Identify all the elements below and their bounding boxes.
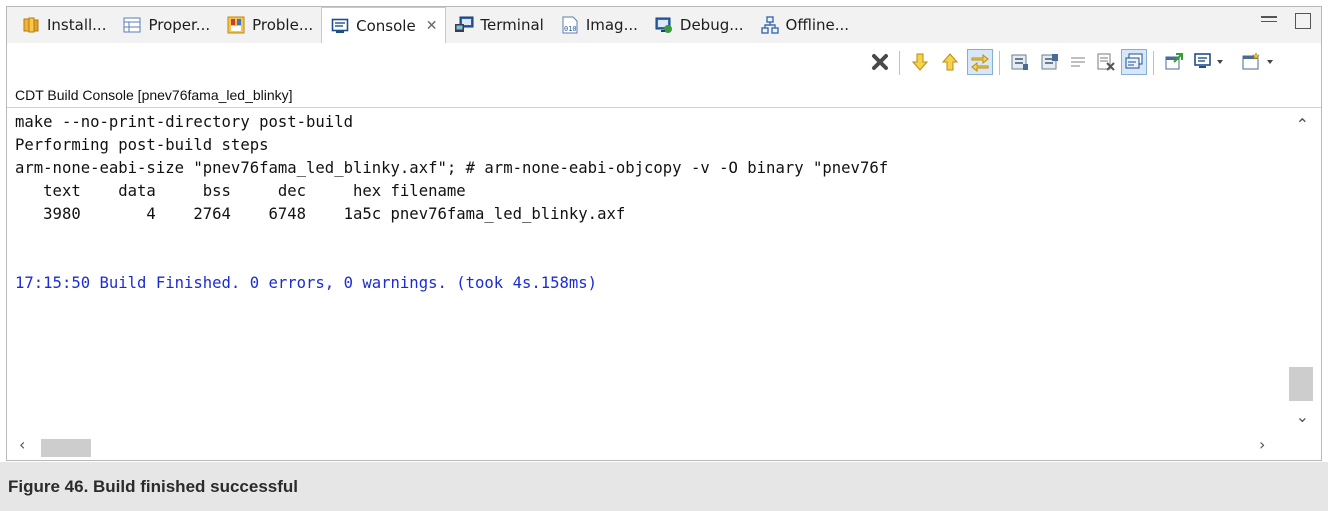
sync-arrows-icon (971, 53, 989, 72)
tab-problems[interactable]: Proble... (218, 10, 321, 40)
tab-label: Debug... (679, 16, 744, 34)
console-dropdown-icon (1194, 53, 1223, 68)
terminal-icon (454, 15, 474, 35)
open-console-button[interactable] (1239, 49, 1281, 75)
debugger-console-icon (654, 15, 674, 35)
copy-build-log-button[interactable] (1007, 49, 1033, 75)
horizontal-scrollbar[interactable]: ‹ › (7, 431, 1285, 461)
figure-caption: Figure 46. Build finished successful (0, 462, 1328, 511)
next-error-button[interactable] (907, 49, 933, 75)
console-line: ​ (15, 226, 1283, 249)
tab-label: Offline... (785, 16, 850, 34)
install-icon (21, 15, 41, 35)
console-toolbar (7, 43, 1321, 85)
remove-all-terminated-button[interactable] (867, 49, 893, 75)
tab-image-info[interactable]: 010 Imag... (552, 10, 646, 40)
scroll-down-icon[interactable]: ⌄ (1296, 407, 1309, 426)
tab-label: Imag... (585, 16, 638, 34)
scroll-up-icon[interactable]: ⌃ (1296, 115, 1309, 134)
svg-text:010: 010 (564, 25, 577, 33)
console-line: text data bss dec hex filename (15, 182, 466, 200)
console-title: CDT Build Console [pnev76fama_led_blinky… (15, 87, 293, 103)
console-view: Install... Proper... Proble... Console ✕ (6, 6, 1322, 461)
display-selected-console-button[interactable] (1191, 49, 1231, 75)
tab-installation[interactable]: Install... (13, 10, 114, 40)
maximize-icon[interactable] (1295, 13, 1311, 29)
link-with-editor-button[interactable] (967, 49, 993, 75)
tab-terminal[interactable]: Terminal (446, 10, 551, 40)
divider (7, 107, 1321, 108)
pin-console-button[interactable] (1161, 49, 1187, 75)
arrow-down-icon (911, 53, 929, 71)
console-line: Performing post-build steps (15, 136, 269, 154)
word-wrap-icon (1071, 57, 1085, 67)
word-wrap-button[interactable] (1065, 49, 1091, 75)
console-line: 3980 4 2764 6748 1a5c pnev76fama_led_bli… (15, 205, 626, 223)
show-console-on-output-button[interactable] (1121, 49, 1147, 75)
offline-config-icon (760, 15, 780, 35)
properties-icon (122, 15, 142, 35)
console-line: make --no-print-directory post-build (15, 113, 353, 131)
tab-label: Proble... (252, 16, 314, 34)
console-output-icon (1125, 53, 1143, 69)
clear-console-icon (1097, 53, 1115, 71)
new-console-dropdown-icon (1242, 52, 1273, 70)
vertical-scrollbar[interactable]: ⌃ ⌄ (1285, 111, 1321, 431)
console-output[interactable]: make --no-print-directory post-build Perf… (15, 111, 1283, 431)
clear-console-button[interactable] (1093, 49, 1119, 75)
tab-properties[interactable]: Proper... (114, 10, 218, 40)
tab-label: Proper... (148, 16, 211, 34)
scroll-right-icon[interactable]: › (1259, 435, 1265, 454)
tab-label: Console (356, 16, 416, 35)
open-build-log-button[interactable] (1037, 49, 1063, 75)
tab-debugger-console[interactable]: Debug... (646, 10, 752, 40)
tab-label: Terminal (480, 16, 544, 34)
problems-icon (226, 15, 246, 35)
save-log-icon (1011, 54, 1028, 70)
scroll-left-icon[interactable]: ‹ (19, 435, 25, 454)
vertical-scroll-thumb[interactable] (1289, 367, 1313, 401)
open-log-icon (1041, 54, 1058, 70)
minimize-icon[interactable] (1261, 16, 1277, 22)
tab-label: Install... (47, 16, 107, 34)
view-tab-bar: Install... Proper... Proble... Console ✕ (7, 7, 1321, 43)
close-all-icon (872, 54, 888, 70)
image-info-icon: 010 (560, 15, 580, 35)
console-line: arm-none-eabi-size "pnev76fama_led_blink… (15, 159, 889, 177)
build-finished-line: 17:15:50 Build Finished. 0 errors, 0 war… (15, 274, 598, 292)
pin-icon (1165, 53, 1183, 70)
console-icon (330, 16, 350, 36)
tab-offline-config[interactable]: Offline... (752, 10, 858, 40)
previous-error-button[interactable] (937, 49, 963, 75)
horizontal-scroll-thumb[interactable] (41, 439, 91, 457)
arrow-up-icon (941, 53, 959, 71)
tab-console[interactable]: Console ✕ (321, 7, 447, 43)
console-line: ​ (15, 249, 1283, 272)
close-icon[interactable]: ✕ (426, 18, 438, 34)
